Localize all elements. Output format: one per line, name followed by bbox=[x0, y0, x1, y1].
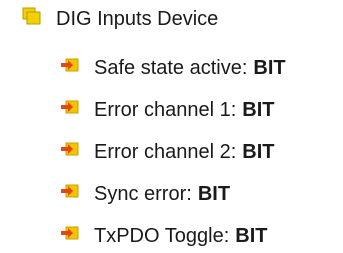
tree-node-txpdo-toggle[interactable]: TxPDO Toggle: BIT bbox=[60, 221, 267, 251]
variable-label: Sync error: bbox=[94, 182, 192, 205]
tree-node-error-channel-2[interactable]: Error channel 2: BIT bbox=[60, 137, 275, 167]
input-variable-icon bbox=[60, 56, 80, 80]
variable-label: Safe state active: bbox=[94, 56, 248, 79]
variable-type: BIT bbox=[253, 56, 286, 79]
input-variable-icon bbox=[60, 182, 80, 206]
input-variable-icon bbox=[60, 140, 80, 164]
input-variable-icon bbox=[60, 98, 80, 122]
tree-node-safe-state-active[interactable]: Safe state active: BIT bbox=[60, 53, 286, 83]
input-variable-icon bbox=[60, 224, 80, 248]
variable-label: Error channel 2: bbox=[94, 140, 237, 163]
tree-node-error-channel-1[interactable]: Error channel 1: BIT bbox=[60, 95, 275, 125]
variable-label: TxPDO Toggle: bbox=[94, 224, 230, 247]
tree-node-sync-error[interactable]: Sync error: BIT bbox=[60, 179, 230, 209]
variable-type: BIT bbox=[242, 140, 275, 163]
tree-node-dig-inputs-device[interactable]: DIG Inputs Device bbox=[22, 4, 224, 34]
variable-type: BIT bbox=[242, 98, 275, 121]
variable-label: Error channel 1: bbox=[94, 98, 237, 121]
folder-icon bbox=[22, 7, 42, 31]
variable-tree: DIG Inputs Device Safe state active: BIT… bbox=[0, 0, 343, 253]
variable-type: BIT bbox=[235, 224, 268, 247]
variable-type: BIT bbox=[197, 182, 231, 205]
tree-node-label: DIG Inputs Device bbox=[56, 7, 219, 30]
